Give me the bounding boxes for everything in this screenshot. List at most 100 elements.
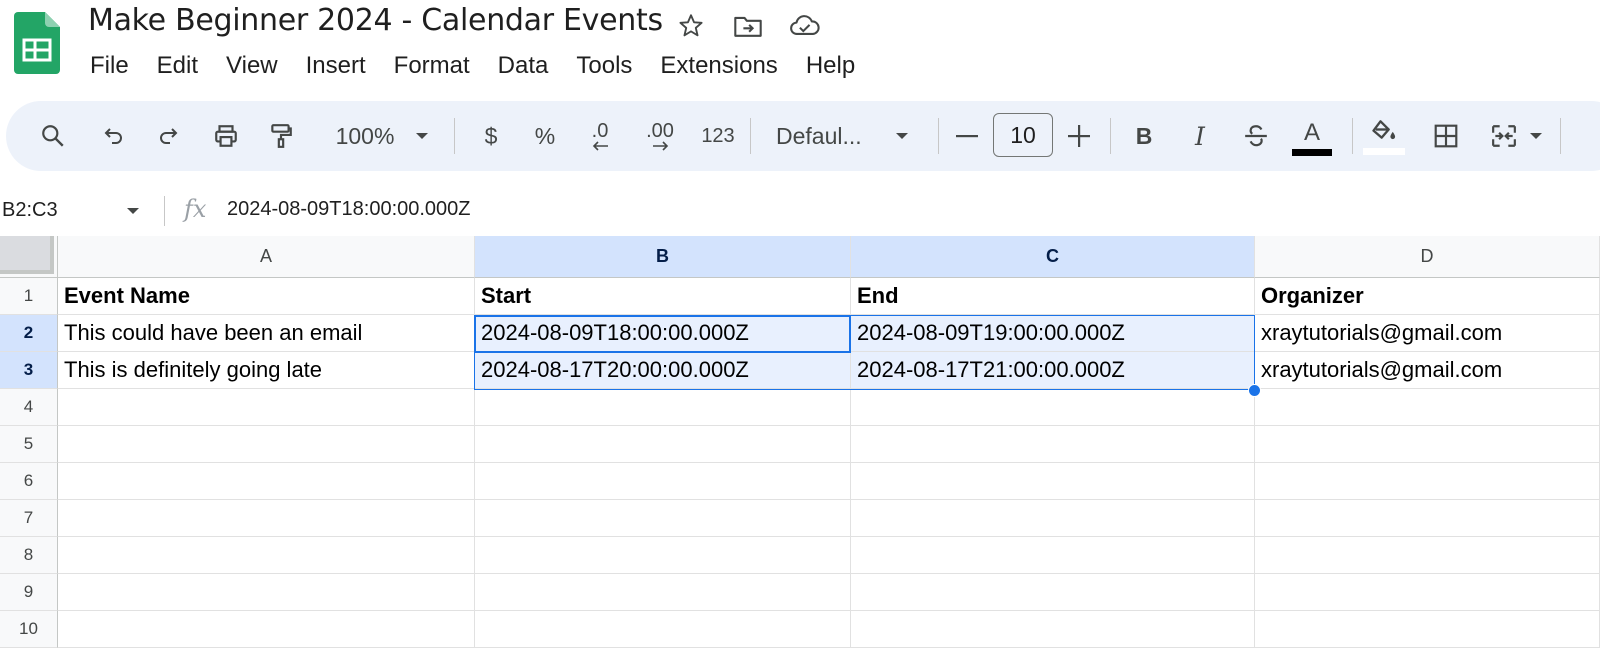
cell-a8[interactable] [58,537,475,574]
column-header-c[interactable]: C [851,236,1255,278]
text-color-button[interactable]: A [1290,101,1334,171]
cell-d4[interactable] [1255,389,1600,426]
cell-b10[interactable] [475,611,851,648]
menu-insert[interactable]: Insert [292,52,380,80]
menu-view[interactable]: View [212,52,292,80]
row-header-4[interactable]: 4 [0,389,58,426]
cell-c2[interactable]: 2024-08-09T19:00:00.000Z [851,315,1255,352]
cell-d10[interactable] [1255,611,1600,648]
cell-c9[interactable] [851,574,1255,611]
row-header-6[interactable]: 6 [0,463,58,500]
cell-b6[interactable] [475,463,851,500]
paint-format-icon[interactable] [264,101,298,171]
decrease-font-size-icon[interactable] [950,101,984,171]
cell-c5[interactable] [851,426,1255,463]
cell-d6[interactable] [1255,463,1600,500]
undo-icon[interactable] [96,101,130,171]
toolbar-divider [750,118,751,154]
cell-a6[interactable] [58,463,475,500]
format-currency-button[interactable]: $ [470,101,512,171]
sheets-logo-icon[interactable] [14,12,60,76]
increase-decimal-button[interactable]: .00 [636,101,684,171]
zoom-select[interactable]: 100% [320,101,410,171]
bold-button[interactable]: B [1124,101,1164,171]
cell-d3[interactable]: xraytutorials@gmail.com [1255,352,1600,389]
format-percent-button[interactable]: % [524,101,566,171]
cell-d8[interactable] [1255,537,1600,574]
print-icon[interactable] [209,101,243,171]
cell-a5[interactable] [58,426,475,463]
italic-button[interactable]: I [1180,101,1220,171]
menu-help[interactable]: Help [792,52,869,80]
column-header-a[interactable]: A [58,236,475,278]
corner-freeze-handle[interactable] [0,236,54,274]
more-formats-button[interactable]: 123 [694,101,742,171]
cell-b9[interactable] [475,574,851,611]
font-dropdown-icon[interactable] [890,101,914,171]
menu-edit[interactable]: Edit [143,52,212,80]
menu-format[interactable]: Format [380,52,484,80]
cell-a4[interactable] [58,389,475,426]
redo-icon[interactable] [152,101,186,171]
select-all-corner[interactable] [0,236,58,278]
cell-d7[interactable] [1255,500,1600,537]
cell-b2[interactable]: 2024-08-09T18:00:00.000Z [475,315,851,352]
cell-b7[interactable] [475,500,851,537]
cell-c3[interactable]: 2024-08-17T21:00:00.000Z [851,352,1255,389]
column-header-b[interactable]: B [475,236,851,278]
row-header-8[interactable]: 8 [0,537,58,574]
cell-c7[interactable] [851,500,1255,537]
row-header-1[interactable]: 1 [0,278,58,315]
toolbar-divider [938,118,939,154]
formula-input[interactable]: 2024-08-09T18:00:00.000Z [227,198,471,221]
zoom-dropdown-icon[interactable] [410,101,434,171]
font-family-select[interactable]: Defaul... [768,101,888,171]
cell-b1[interactable]: Start [475,278,851,315]
column-header-d[interactable]: D [1255,236,1600,278]
increase-font-size-icon[interactable] [1062,101,1096,171]
cell-c10[interactable] [851,611,1255,648]
strikethrough-icon[interactable] [1236,101,1276,171]
row-header-3[interactable]: 3 [0,352,58,389]
merge-dropdown-icon[interactable] [1524,101,1548,171]
cell-c6[interactable] [851,463,1255,500]
menu-tools[interactable]: Tools [562,52,646,80]
cell-a7[interactable] [58,500,475,537]
cell-c8[interactable] [851,537,1255,574]
row-header-7[interactable]: 7 [0,500,58,537]
menu-file[interactable]: File [76,52,143,80]
cell-a3[interactable]: This is definitely going late [58,352,475,389]
row-header-2[interactable]: 2 [0,315,58,352]
cell-d1[interactable]: Organizer [1255,278,1600,315]
cell-a1[interactable]: Event Name [58,278,475,315]
cell-b8[interactable] [475,537,851,574]
cell-a9[interactable] [58,574,475,611]
cell-d2[interactable]: xraytutorials@gmail.com [1255,315,1600,352]
row-header-9[interactable]: 9 [0,574,58,611]
menu-data[interactable]: Data [484,52,563,80]
star-icon[interactable] [674,9,708,43]
cell-d5[interactable] [1255,426,1600,463]
fill-color-icon[interactable] [1362,101,1406,171]
borders-icon[interactable] [1426,101,1466,171]
cell-a2[interactable]: This could have been an email [58,315,475,352]
cell-c4[interactable] [851,389,1255,426]
cell-d9[interactable] [1255,574,1600,611]
cloud-saved-icon[interactable] [788,9,822,43]
row-header-5[interactable]: 5 [0,426,58,463]
name-box-dropdown-icon[interactable] [126,203,140,221]
merge-cells-icon[interactable] [1484,101,1524,171]
search-menus-icon[interactable] [36,101,70,171]
cell-b4[interactable] [475,389,851,426]
document-title[interactable]: Make Beginner 2024 - Calendar Events [88,3,663,38]
decrease-decimal-button[interactable]: .0 [578,101,622,171]
cell-c1[interactable]: End [851,278,1255,315]
cell-b5[interactable] [475,426,851,463]
row-header-10[interactable]: 10 [0,611,58,648]
move-folder-icon[interactable] [731,9,765,43]
cell-b3[interactable]: 2024-08-17T20:00:00.000Z [475,352,851,389]
fill-handle[interactable] [1248,384,1261,397]
font-size-input[interactable]: 10 [993,113,1053,157]
menu-extensions[interactable]: Extensions [646,52,791,80]
cell-a10[interactable] [58,611,475,648]
